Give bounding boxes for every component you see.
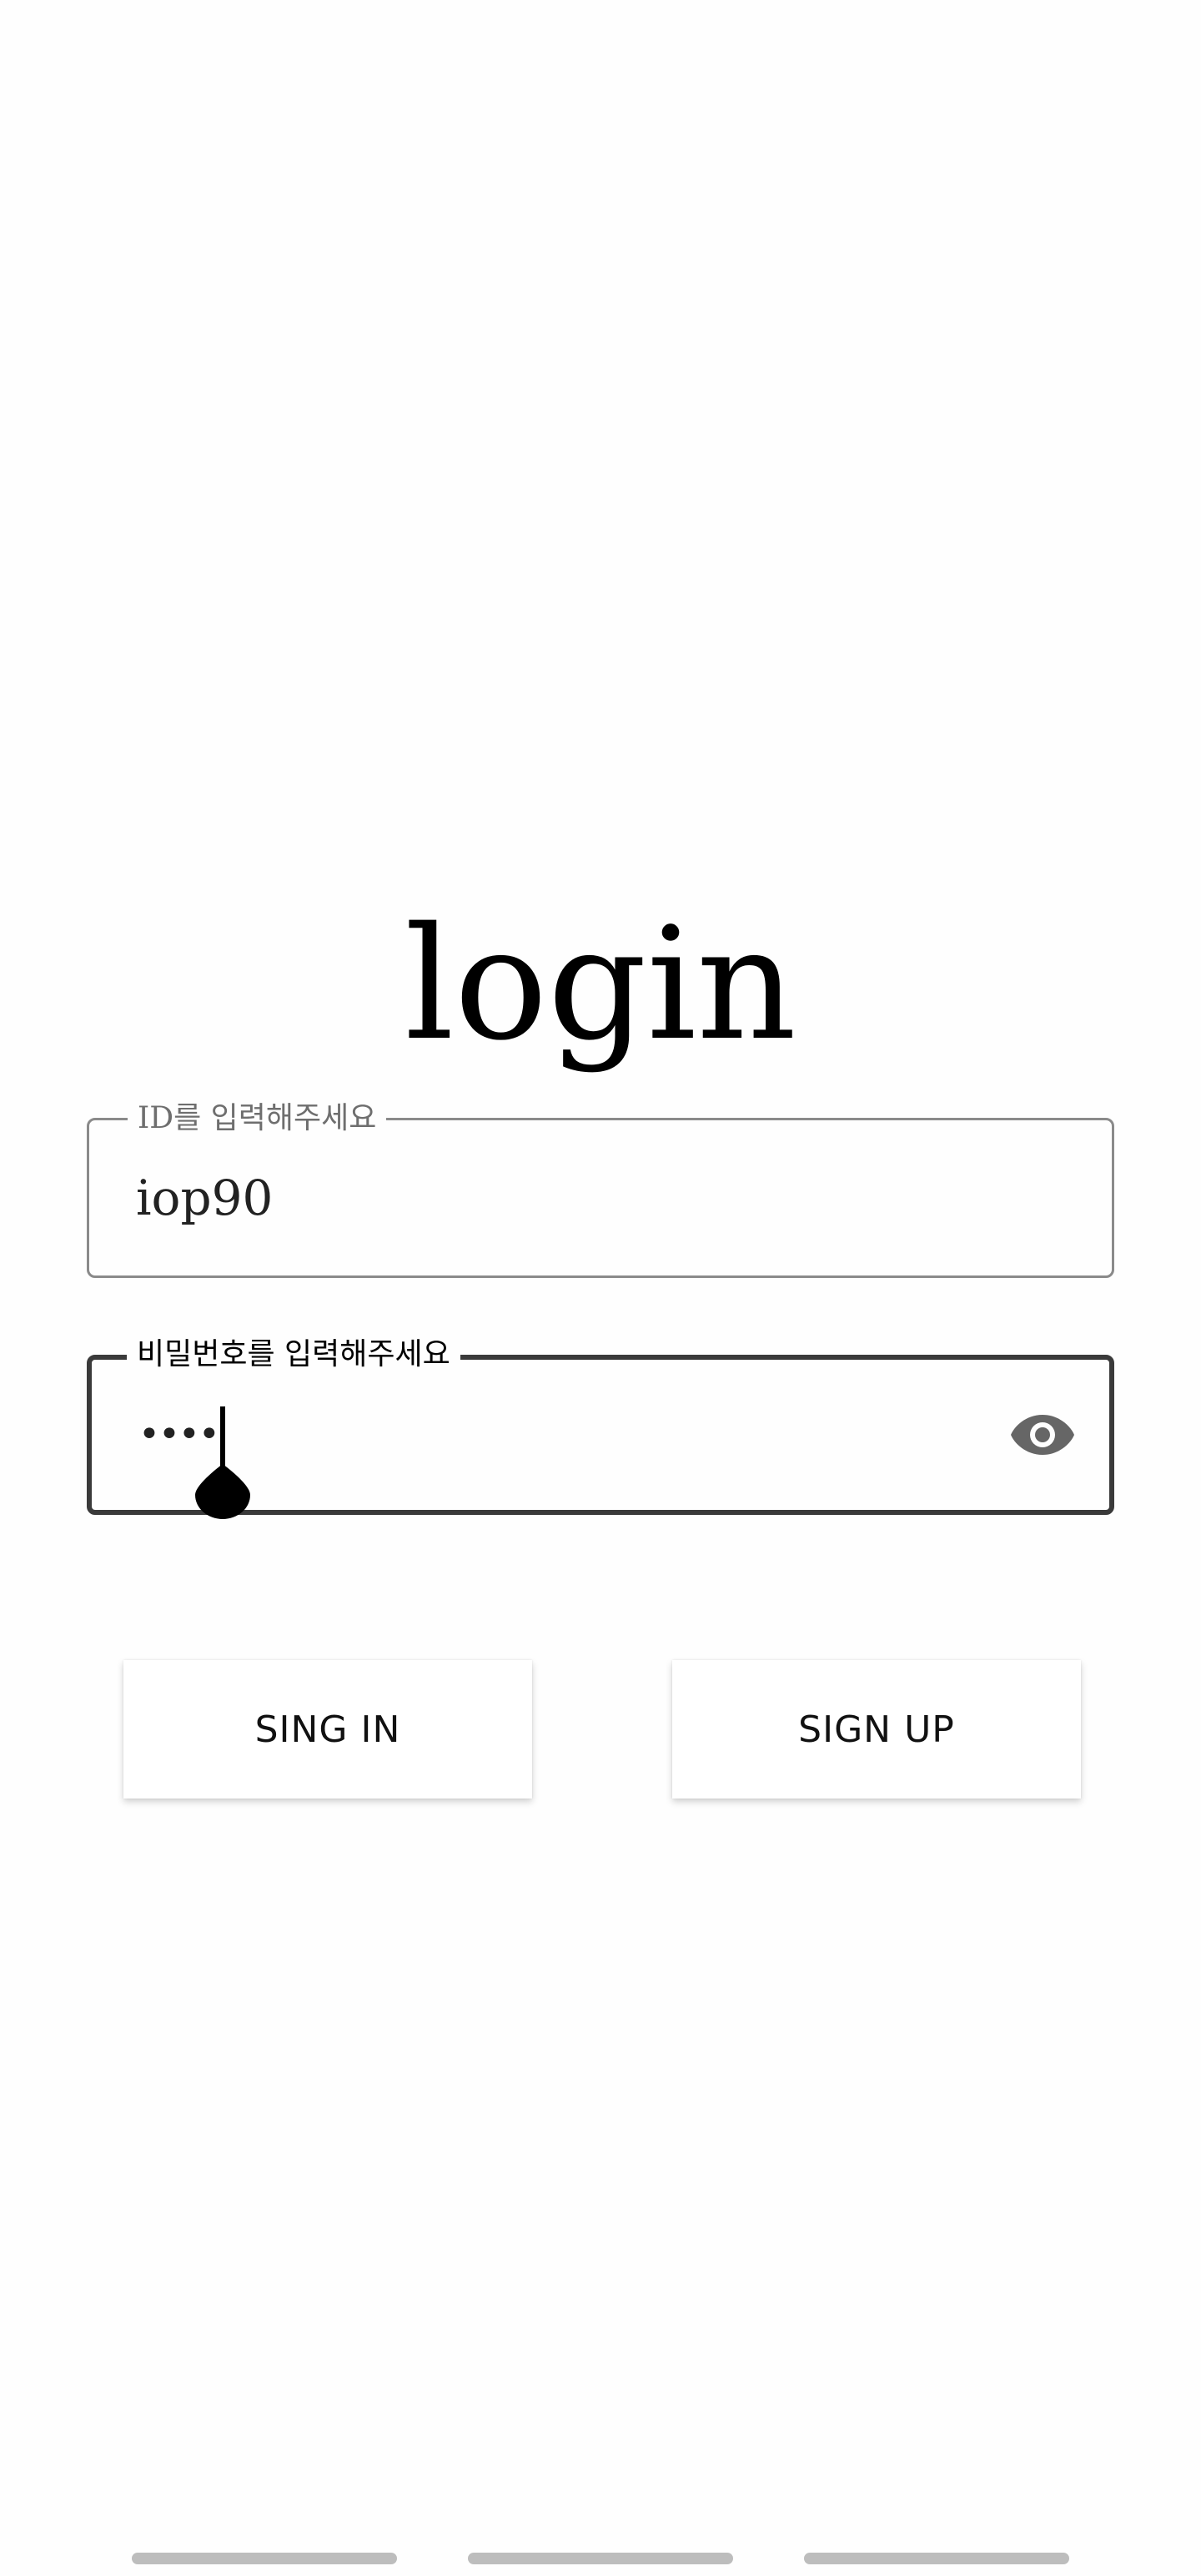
page-indicator — [0, 2553, 1201, 2564]
id-field[interactable]: ID를 입력해주세요 iop90 — [87, 1099, 1114, 1278]
password-field[interactable]: 비밀번호를 입력해주세요 •••• — [87, 1335, 1114, 1519]
sign-in-button[interactable]: SING IN — [123, 1660, 532, 1799]
page-title: login — [405, 893, 796, 1074]
text-caret — [220, 1406, 225, 1467]
page-indicator-bar[interactable] — [468, 2553, 733, 2564]
page-indicator-bar[interactable] — [804, 2553, 1069, 2564]
password-field-label: 비밀번호를 입력해주세요 — [127, 1335, 460, 1375]
password-field-value[interactable]: •••• — [138, 1410, 220, 1460]
eye-icon[interactable] — [1009, 1411, 1076, 1458]
id-field-value[interactable]: iop90 — [136, 1169, 273, 1227]
sign-up-button[interactable]: SIGN UP — [672, 1660, 1081, 1799]
id-field-label: ID를 입력해주세요 — [128, 1099, 387, 1139]
page-indicator-bar[interactable] — [132, 2553, 397, 2564]
caret-handle-icon[interactable] — [195, 1464, 250, 1519]
